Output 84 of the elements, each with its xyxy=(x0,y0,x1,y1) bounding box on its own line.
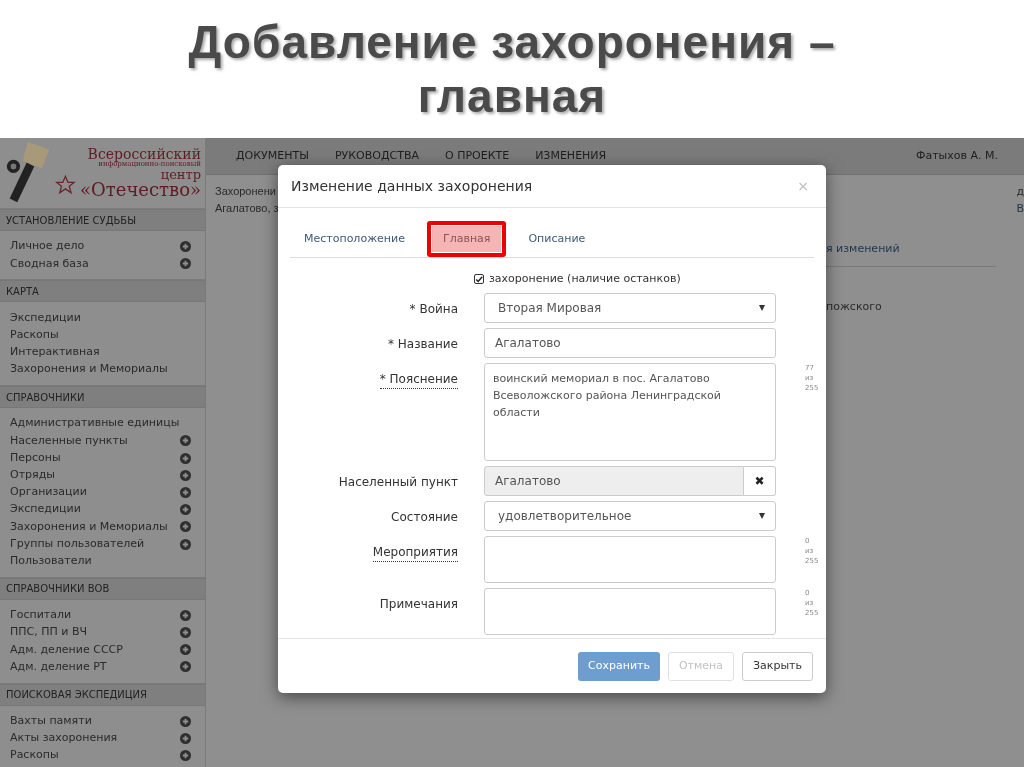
dropdown-caret-icon xyxy=(759,513,765,519)
plus-circle-icon[interactable] xyxy=(180,538,191,550)
sidebar-item[interactable]: Госпитали xyxy=(10,607,72,624)
plus-circle-icon[interactable] xyxy=(180,241,191,253)
plus-circle-icon[interactable] xyxy=(180,715,191,727)
field-label: Мероприятия xyxy=(372,543,458,562)
plus-circle-icon[interactable] xyxy=(180,644,191,656)
text-field[interactable]: Агалатово xyxy=(484,328,776,358)
plus-circle-icon[interactable] xyxy=(180,486,191,498)
field-label: Населенный пункт xyxy=(338,474,458,491)
locality-field[interactable]: Агалатово xyxy=(484,466,744,496)
tab[interactable]: Описание xyxy=(516,221,598,257)
sidebar-item[interactable]: Экспедиции xyxy=(10,309,81,327)
page-heading-text: Агалатово, з xyxy=(215,201,279,216)
logo-text: «Отечество» xyxy=(80,181,201,199)
slide-title: Добавление захоронения – xyxy=(188,15,836,69)
plus-circle-icon[interactable] xyxy=(180,661,191,673)
plus-circle-icon[interactable] xyxy=(180,521,191,533)
sidebar-item[interactable]: Раскопы xyxy=(10,326,59,344)
text-area[interactable]: воинский мемориал в пос. Агалатово Всеволожского района Ленинградской области xyxy=(484,363,776,461)
dialog-button[interactable]: Закрыть xyxy=(742,651,813,681)
plus-circle-icon[interactable] xyxy=(180,504,191,516)
sidebar-item[interactable]: Населенные пункты xyxy=(10,432,128,450)
field-label: * Название xyxy=(387,336,458,353)
plus-circle-icon[interactable] xyxy=(180,627,191,639)
page-side-text: В xyxy=(1016,201,1024,217)
plus-circle-icon[interactable] xyxy=(180,609,191,621)
plus-circle-icon[interactable] xyxy=(180,258,191,270)
field-label: Примечания xyxy=(379,596,458,613)
checkbox[interactable] xyxy=(474,274,484,284)
plus-circle-icon[interactable] xyxy=(180,435,191,447)
sidebar-item[interactable]: Группы пользователей xyxy=(10,535,145,553)
plus-circle-icon[interactable] xyxy=(180,452,191,464)
plus-circle-icon[interactable] xyxy=(180,469,191,481)
sidebar-item[interactable]: Организации xyxy=(10,484,87,501)
select-field[interactable]: Вторая Мировая xyxy=(484,293,776,323)
sidebar-item[interactable]: Отряды xyxy=(10,467,55,484)
select-field[interactable]: удовлетворительное xyxy=(484,501,776,531)
sidebar-item[interactable]: Адм. деление СССР xyxy=(10,641,123,659)
clear-button[interactable]: ✖ xyxy=(744,466,776,496)
sidebar-item[interactable]: Пользователи xyxy=(10,552,92,570)
checkbox-label: захоронение (наличие останков) xyxy=(489,270,681,287)
nav-link[interactable]: О ПРОЕКТЕ xyxy=(445,147,510,165)
tab[interactable]: Местоположение xyxy=(292,221,417,257)
nav-link[interactable]: ДОКУМЕНТЫ xyxy=(236,147,309,165)
sidebar-section-header: ПОИСКОВАЯ ЭКСПЕДИЦИЯ xyxy=(0,683,205,706)
sidebar-section-header: УСТАНОВЛЕНИЕ СУДЬБЫ xyxy=(0,209,205,231)
sidebar-item[interactable]: Административные единицы xyxy=(10,415,180,432)
nav-link[interactable]: РУКОВОДСТВА xyxy=(334,147,419,165)
logo-text: центр xyxy=(160,168,201,181)
page-side-text: д xyxy=(1016,184,1024,200)
field-label: * Война xyxy=(409,301,458,318)
plus-circle-icon[interactable] xyxy=(180,750,191,762)
tab[interactable]: Главная xyxy=(426,221,507,257)
star-icon xyxy=(55,174,77,196)
sidebar-item[interactable]: Захоронения и Мемориалы xyxy=(10,518,168,536)
sidebar-item[interactable]: Персоны xyxy=(10,449,61,467)
check-icon xyxy=(475,274,483,284)
sidebar-item[interactable]: Захоронения и Мемориалы xyxy=(10,361,168,378)
user-name[interactable]: Фатыхов А. М. xyxy=(915,147,998,165)
sidebar-item[interactable]: Экспедиции xyxy=(10,501,81,518)
sidebar-item[interactable]: Вахты памяти xyxy=(10,712,92,730)
sidebar-item[interactable]: Интерактивная xyxy=(10,344,100,361)
sidebar-item[interactable]: Раскопы xyxy=(10,747,59,764)
slide-title: главная xyxy=(417,69,607,123)
page-row-text: пожского xyxy=(826,298,883,315)
plus-circle-icon[interactable] xyxy=(180,732,191,744)
nav-link[interactable]: ИЗМЕНЕНИЯ xyxy=(535,147,607,165)
sidebar-section-header: СПРАВОЧНИКИ ВОВ xyxy=(0,577,205,600)
sidebar-section-header: СПРАВОЧНИКИ xyxy=(0,386,205,409)
page-tab-text[interactable]: я изменений xyxy=(826,239,1024,266)
sidebar-item[interactable]: Личное дело xyxy=(10,238,85,255)
sidebar-item[interactable]: Сводная база xyxy=(10,255,89,273)
sidebar-item[interactable]: ППС, ПП и ВЧ xyxy=(10,624,87,641)
field-label: * Пояснение xyxy=(379,370,458,389)
sidebar-section-header: КАРТА xyxy=(0,280,205,303)
dropdown-caret-icon xyxy=(759,305,765,311)
sidebar-item[interactable]: Адм. деление РТ xyxy=(10,658,107,676)
save-button[interactable]: Сохранить xyxy=(578,651,660,681)
modal-title: Изменение данных захоронения xyxy=(291,176,533,196)
sidebar-item[interactable]: Акты захоронения xyxy=(10,730,118,747)
logo-text: Всероссийский xyxy=(87,147,201,161)
page-heading-text: Захоронени xyxy=(215,184,277,199)
field-label: Состояние xyxy=(391,509,458,526)
